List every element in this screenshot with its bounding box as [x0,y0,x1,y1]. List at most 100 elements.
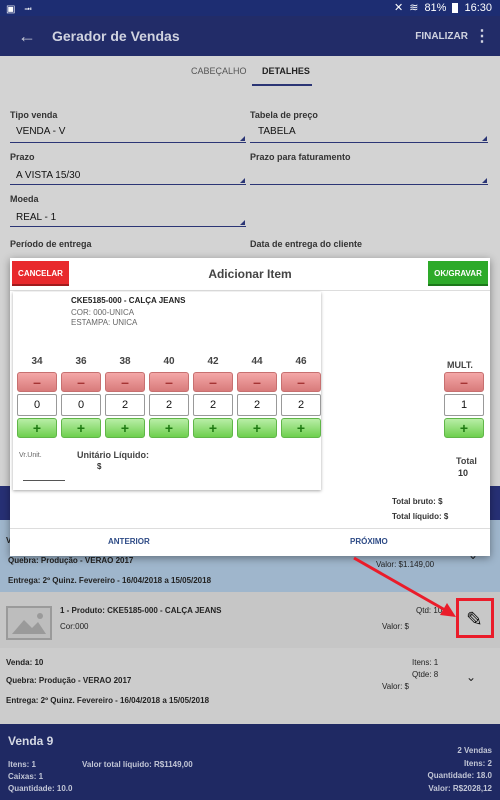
produto-text: 1 - Produto: CKE5185-000 - CALÇA JEANS [60,606,222,615]
quantity-field[interactable]: 0 [17,394,57,416]
footer-quantidade: Quantidade: 10.0 [8,784,73,793]
total-bruto: Total bruto: $ [392,497,443,506]
finalizar-button[interactable]: FINALIZAR [415,31,468,42]
anterior-button[interactable]: ANTERIOR [108,537,150,546]
data-entrega-cliente-label: Data de entrega do cliente [250,239,363,249]
quantity-field[interactable]: 2 [281,394,321,416]
valor-text: Valor: $1.149,00 [376,560,435,569]
tab-cabecalho[interactable]: CABEÇALHO [191,66,247,76]
dropdown-arrow-icon [240,136,245,141]
product-print: ESTAMPA: UNICA [71,318,138,327]
footer-quantidade-total: Quantidade: 18.0 [427,771,492,780]
prazo-faturamento-underline[interactable] [250,184,488,185]
increment-button[interactable]: + [149,418,189,438]
periodo-entrega-label: Período de entrega [10,239,92,249]
tipo-venda-select[interactable]: VENDA - V [16,126,65,137]
chevron-down-icon[interactable]: ⌄ [466,670,476,684]
quantity-field[interactable]: 2 [149,394,189,416]
size-label: 38 [119,356,131,367]
list-item-venda-10[interactable]: Venda: 10 Quebra: Produção - VERAO 2017 … [0,648,500,724]
itens-text: Itens: 1 [412,658,439,667]
add-item-dialog: CANCELAR Adicionar Item OK/GRAVAR CKE518… [10,258,490,556]
size-column-34: 34 – 0 + [17,356,57,438]
size-label: 36 [75,356,87,367]
mult-field[interactable]: 1 [444,394,484,416]
quantity-field[interactable]: 2 [105,394,145,416]
product-color: COR: 000-UNICA [71,308,135,317]
decrement-button[interactable]: – [193,372,233,392]
tab-bar: CABEÇALHO DETALHES [0,56,500,88]
moeda-select[interactable]: REAL - 1 [16,212,56,223]
decrement-button[interactable]: – [149,372,189,392]
total-label: Total [456,456,477,466]
decrement-button[interactable]: – [281,372,321,392]
footer-vendas: 2 Vendas [457,746,492,755]
proximo-button[interactable]: PRÓXIMO [350,537,388,546]
venda-text: Venda: 10 [6,658,44,667]
overflow-menu-icon[interactable]: ⋮ [474,26,490,46]
qtde-text: Qtde: 8 [412,670,439,679]
size-label: 40 [163,356,175,367]
decrement-button[interactable]: – [105,372,145,392]
vr-unit-label: Vr.Unit. [19,452,42,459]
increment-button[interactable]: + [105,418,145,438]
tab-detalhes[interactable]: DETALHES [262,66,310,76]
mult-stepper: – 1 + [444,372,484,438]
decrement-button[interactable]: – [444,372,484,392]
quantity-field[interactable]: 2 [237,394,277,416]
footer-itens: Itens: 1 [8,760,37,769]
quantity-field[interactable]: 0 [61,394,101,416]
increment-button[interactable]: + [193,418,233,438]
unitario-liquido-value: $ [97,462,102,471]
dropdown-arrow-icon [240,178,245,183]
battery-percentage: 81% [424,1,447,14]
ok-save-button[interactable]: OK/GRAVAR [428,261,488,286]
increment-button[interactable]: + [61,418,101,438]
size-column-46: 46 – 2 + [281,356,321,438]
tabela-preco-select[interactable]: TABELA [258,126,296,137]
valor-text: Valor: $ [382,622,409,631]
footer-itens-total: Itens: 2 [463,759,492,768]
dropdown-arrow-icon [482,136,487,141]
active-tab-indicator [252,84,312,86]
increment-button[interactable]: + [17,418,57,438]
battery-icon [452,2,459,13]
quebra-text: Quebra: Produção - VERAO 2017 [6,676,132,685]
status-bar: ▣ ⭲ ✕ ≋ 81% 16:30 [0,0,500,16]
order-footer: Venda 9 Itens: 1 Caixas: 1 Quantidade: 1… [0,724,500,800]
decrement-button[interactable]: – [17,372,57,392]
vr-unit-input[interactable] [23,480,65,481]
increment-button[interactable]: + [444,418,484,438]
edit-item-button[interactable]: ✎ [456,598,494,638]
dialog-title: Adicionar Item [208,267,292,281]
quantity-field[interactable]: 2 [193,394,233,416]
unitario-liquido-label: Unitário Líquido: [77,450,149,460]
back-arrow-icon[interactable]: ← [18,26,36,47]
prazo-select[interactable]: A VISTA 15/30 [16,170,80,181]
prazo-label: Prazo [10,152,35,162]
valor-text: Valor: $ [382,682,409,691]
footer-title: Venda 9 [8,734,54,748]
size-column-42: 42 – 2 + [193,356,233,438]
product-name: CKE5185-000 - CALÇA JEANS [71,296,186,305]
decrement-button[interactable]: – [61,372,101,392]
page-title: Gerador de Vendas [52,28,180,44]
tabela-preco-label: Tabela de preço [250,110,318,120]
total-liquido: Total líquido: $ [392,512,449,521]
clock: 16:30 [464,1,492,14]
dropdown-arrow-icon [240,220,245,225]
size-column-40: 40 – 2 + [149,356,189,438]
wifi-icon: ≋ [409,2,419,14]
size-label: 42 [207,356,219,367]
list-item-produto[interactable]: 1 - Produto: CKE5185-000 - CALÇA JEANS C… [0,592,500,648]
product-image-placeholder-icon [6,606,52,640]
increment-button[interactable]: + [281,418,321,438]
footer-valor-total: Valor: R$2028,12 [428,784,492,793]
decrement-button[interactable]: – [237,372,277,392]
size-column-36: 36 – 0 + [61,356,101,438]
increment-button[interactable]: + [237,418,277,438]
divider [10,290,490,291]
prazo-underline [10,184,246,185]
footer-caixas: Caixas: 1 [8,772,44,781]
footer-valor-total-liquido: Valor total líquido: R$1149,00 [82,760,193,769]
